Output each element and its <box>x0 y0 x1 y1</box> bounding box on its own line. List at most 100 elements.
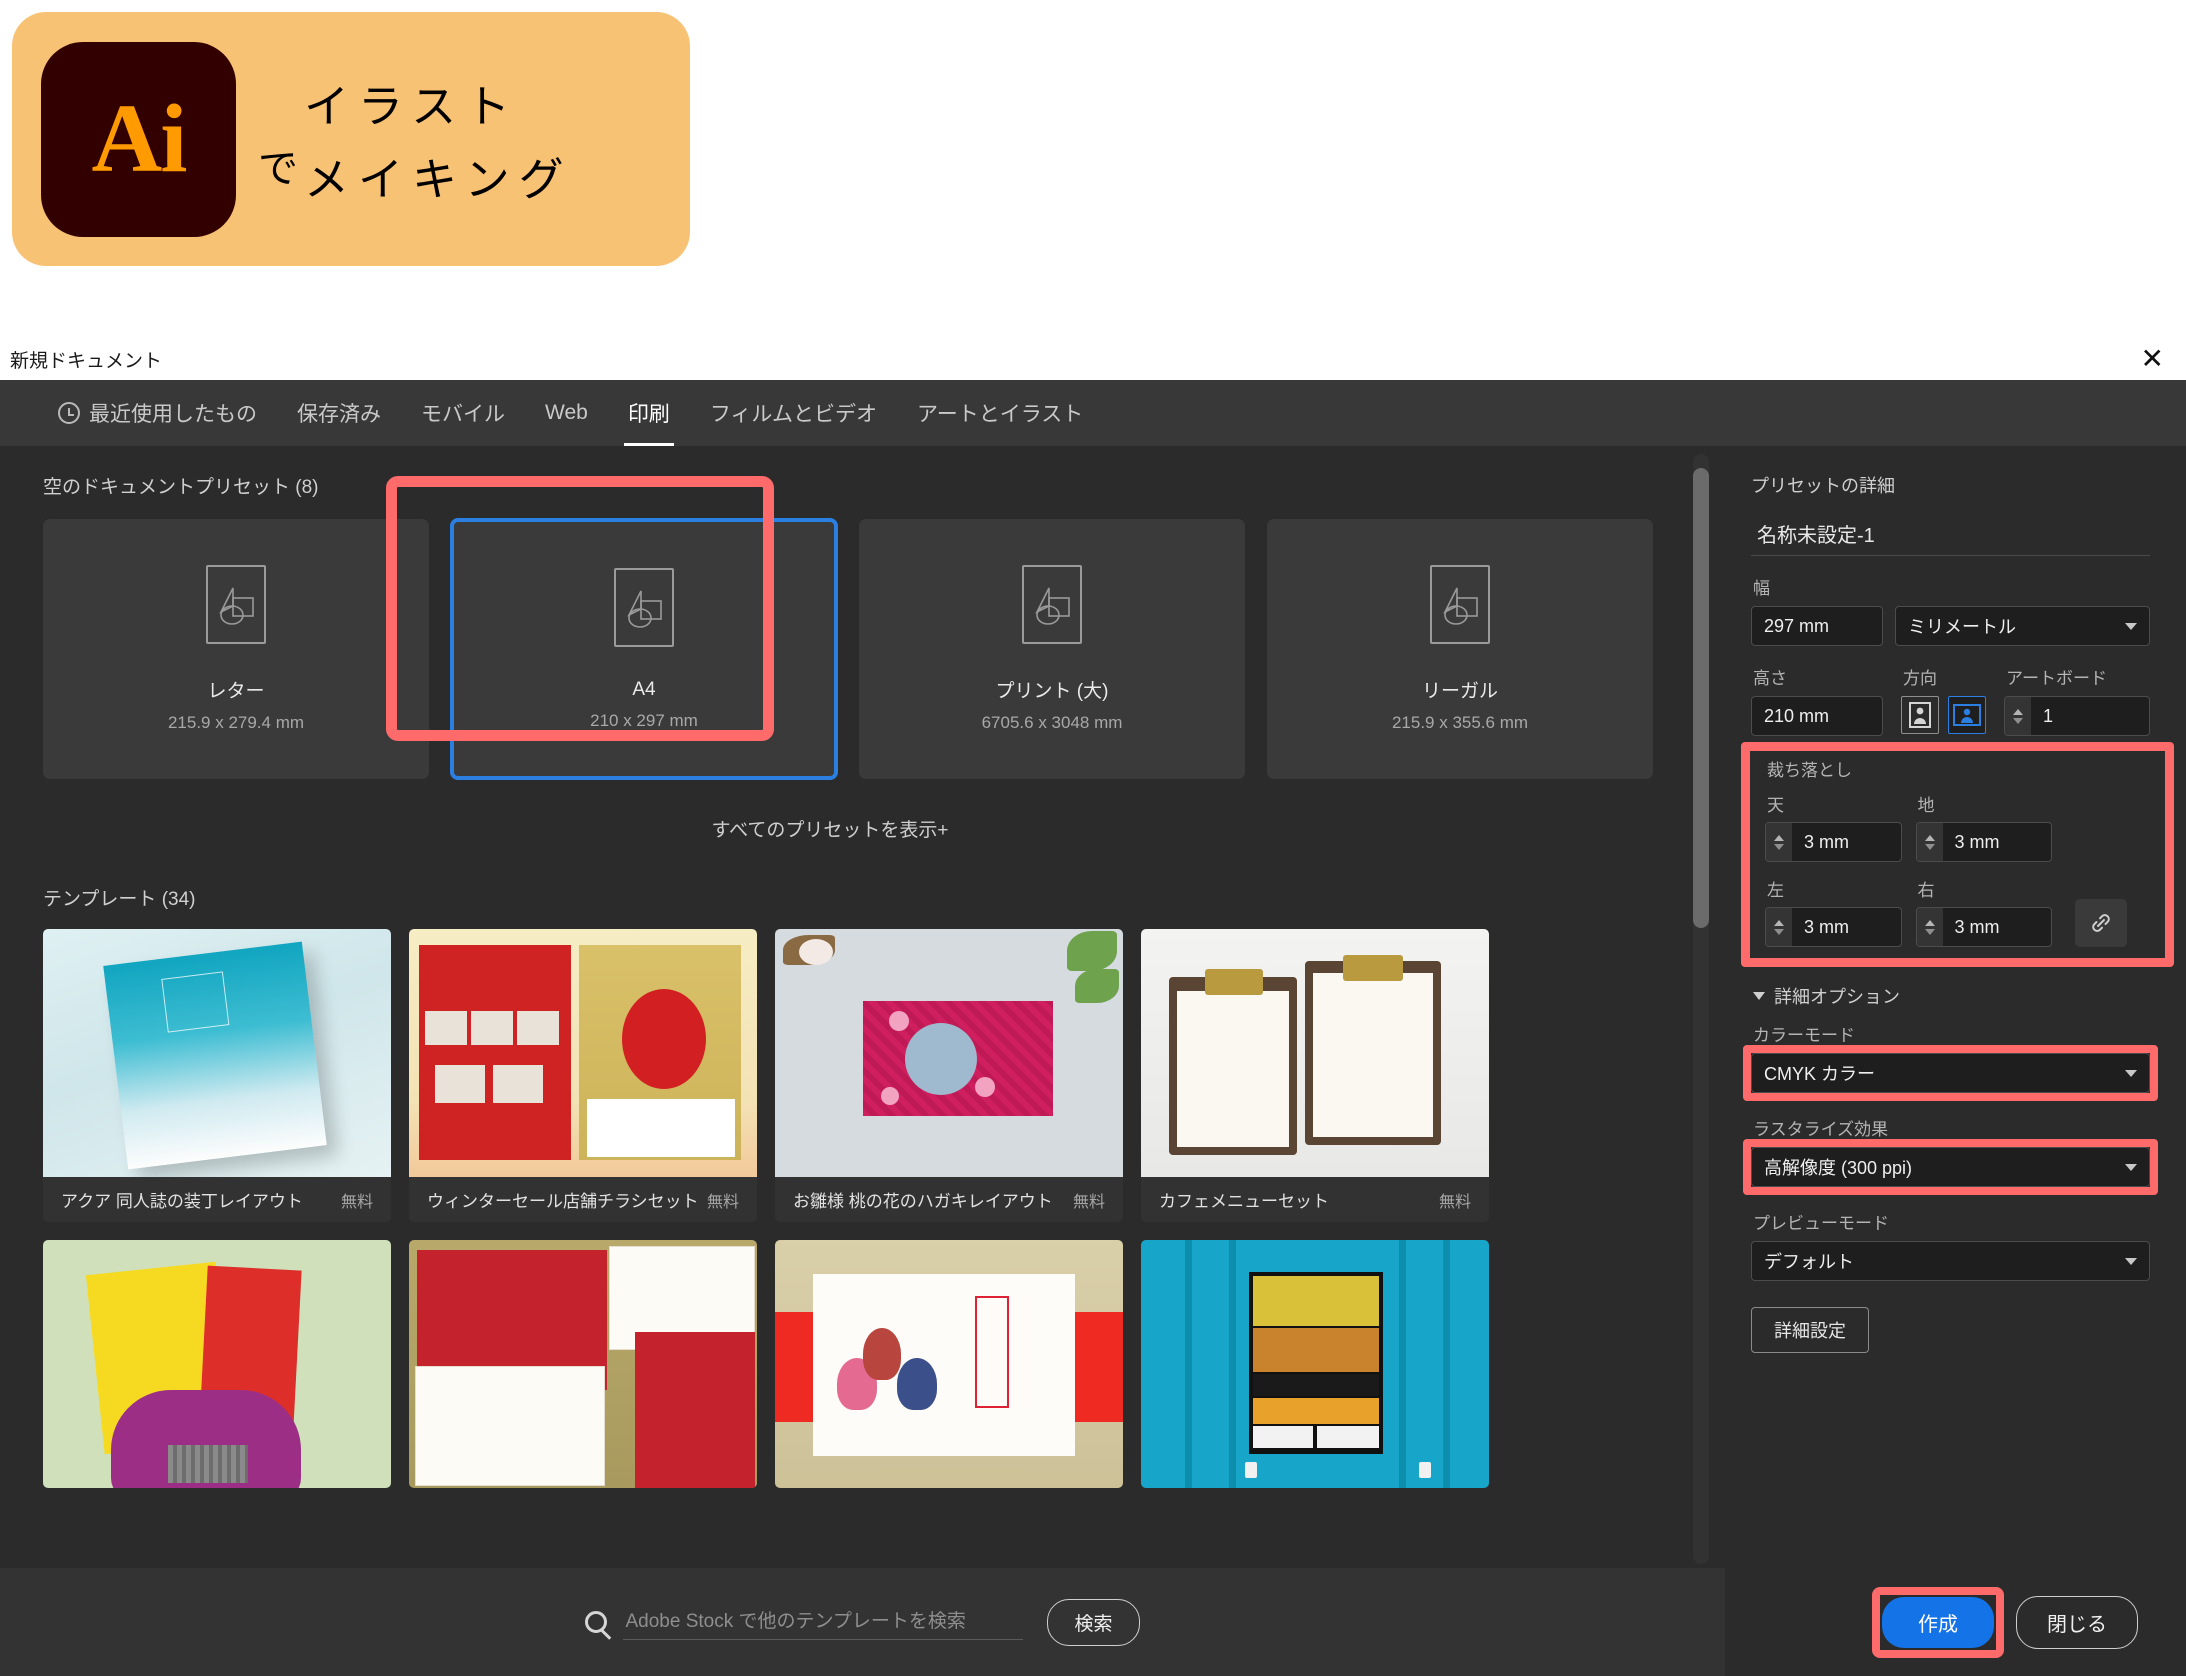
stock-search-bar: 検索 <box>0 1568 1725 1676</box>
template-card[interactable] <box>775 1240 1123 1488</box>
template-card[interactable]: カフェメニューセット 無料 <box>1141 929 1489 1222</box>
height-input[interactable]: 210 mm <box>1751 696 1883 736</box>
templates-heading: テンプレート (34) <box>43 889 196 910</box>
tab-mobile[interactable]: モバイル <box>401 380 525 446</box>
color-mode-select[interactable]: CMYK カラー <box>1751 1053 2150 1093</box>
tab-print[interactable]: 印刷 <box>608 380 690 446</box>
blank-presets-heading: 空のドキュメントプリセット (8) <box>43 477 319 498</box>
preset-size: 215.9 x 279.4 mm <box>167 713 305 732</box>
preview-mode-select[interactable]: デフォルト <box>1751 1241 2150 1281</box>
document-name-input[interactable] <box>1751 518 2150 556</box>
chevron-down-icon <box>1774 843 1784 850</box>
width-label: 幅 <box>1753 579 1770 598</box>
unit-select[interactable]: ミリメートル <box>1895 606 2150 646</box>
dialog-body: 空のドキュメントプリセット (8) レター 215.9 x 279.4 mm A… <box>0 446 2186 1568</box>
chevron-up-icon <box>2013 708 2023 715</box>
advanced-settings-button[interactable]: 詳細設定 <box>1751 1307 1869 1353</box>
template-price: 無料 <box>706 1193 739 1211</box>
page-banner: Ai で イラスト メイキング <box>12 12 690 266</box>
preset-name: A4 <box>632 678 656 700</box>
template-thumbnail <box>775 1240 1123 1488</box>
bleed-right-value: 3 mm <box>1954 916 2000 937</box>
color-mode-label: カラーモード <box>1753 1026 1855 1045</box>
bleed-top-label: 天 <box>1767 796 1784 815</box>
vertical-scrollbar[interactable] <box>1693 454 1709 1564</box>
preset-card-legal[interactable]: リーガル 215.9 x 355.6 mm <box>1267 519 1653 779</box>
chevron-down-icon <box>1924 928 1935 935</box>
show-all-presets-link[interactable]: すべてのプリセットを表示+ <box>0 815 1660 842</box>
tab-label: フィルムとビデオ <box>709 403 877 426</box>
chevron-up-icon <box>1774 834 1784 841</box>
new-document-dialog: 新規ドキュメント ✕ 最近使用したもの 保存済み モバイル Web 印刷 フィル… <box>0 338 2186 1676</box>
stepper-arrows[interactable] <box>1916 908 1943 946</box>
search-input[interactable] <box>623 1604 1024 1640</box>
advanced-options-toggle[interactable]: 詳細オプション <box>1753 983 2150 1009</box>
tab-label: Web <box>545 401 588 424</box>
bleed-right-stepper[interactable]: 3 mm <box>1915 907 2052 947</box>
close-icon[interactable]: ✕ <box>2137 345 2168 373</box>
stepper-arrows[interactable] <box>2005 697 2031 735</box>
landscape-icon[interactable] <box>1948 696 1986 734</box>
preset-card-letter[interactable]: レター 215.9 x 279.4 mm <box>43 519 429 779</box>
close-button[interactable]: 閉じる <box>2016 1595 2138 1649</box>
stepper-arrows[interactable] <box>1766 908 1792 946</box>
preset-name: プリント (大) <box>995 681 1109 702</box>
bleed-top-value: 3 mm <box>1804 831 1849 852</box>
banner-line-2: メイキング <box>304 153 573 206</box>
bleed-heading: 裁ち落とし <box>1767 761 1852 780</box>
artboard-stepper[interactable]: 1 <box>2004 696 2150 736</box>
stepper-arrows[interactable] <box>1916 823 1943 861</box>
chevron-up-icon <box>1774 919 1784 926</box>
tab-label: アートとイラスト <box>916 403 1084 426</box>
banner-line-1: イラスト <box>304 80 520 133</box>
template-card[interactable] <box>409 1240 757 1488</box>
preset-card-print-large[interactable]: プリント (大) 6705.6 x 3048 mm <box>859 519 1245 779</box>
stepper-arrows[interactable] <box>1766 823 1792 861</box>
preview-mode-value: デフォルト <box>1764 1252 1854 1272</box>
link-icon[interactable] <box>2075 899 2127 947</box>
template-thumbnail <box>409 1240 757 1488</box>
scrollbar-thumb[interactable] <box>1693 468 1709 928</box>
color-mode-value: CMYK カラー <box>1764 1064 1876 1084</box>
tab-art-illustration[interactable]: アートとイラスト <box>897 380 1103 446</box>
chevron-down-icon <box>2013 717 2023 724</box>
template-price: 無料 <box>1072 1193 1105 1211</box>
tab-saved[interactable]: 保存済み <box>277 380 401 446</box>
chevron-down-icon <box>2125 1069 2137 1077</box>
bleed-left-stepper[interactable]: 3 mm <box>1765 907 1902 947</box>
template-card[interactable] <box>1141 1240 1489 1488</box>
artboard-value: 1 <box>2043 705 2054 726</box>
tab-label: 保存済み <box>297 403 381 426</box>
template-title: ウィンターセール店舗チラシセット <box>427 1192 699 1211</box>
search-button[interactable]: 検索 <box>1047 1598 1140 1646</box>
template-card[interactable]: アクア 同人誌の装丁レイアウト 無料 <box>43 929 391 1222</box>
preset-size: 6705.6 x 3048 mm <box>981 713 1123 732</box>
create-button-wrapper: 作成 <box>1872 1586 2004 1658</box>
preset-size: 210 x 297 mm <box>590 710 698 730</box>
template-title: お雛様 桃の花のハガキレイアウト <box>793 1192 1053 1211</box>
width-input[interactable]: 297 mm <box>1751 606 1883 646</box>
chevron-down-icon <box>2125 1257 2137 1265</box>
tab-label: 最近使用したもの <box>89 403 257 426</box>
template-card[interactable] <box>43 1240 391 1488</box>
preset-card-a4[interactable]: A4 210 x 297 mm <box>450 518 838 780</box>
template-card[interactable]: お雛様 桃の花のハガキレイアウト 無料 <box>775 929 1123 1222</box>
template-thumbnail <box>43 1240 391 1488</box>
create-button[interactable]: 作成 <box>1882 1596 1994 1648</box>
tab-bar: 最近使用したもの 保存済み モバイル Web 印刷 フィルムとビデオ アートとイ… <box>0 380 2186 446</box>
raster-effect-select[interactable]: 高解像度 (300 ppi) <box>1751 1147 2150 1187</box>
template-card[interactable]: ウィンターセール店舗チラシセット 無料 <box>409 929 757 1222</box>
raster-effect-value: 高解像度 (300 ppi) <box>1764 1158 1913 1178</box>
banner-particle: で <box>258 146 298 192</box>
tab-recent[interactable]: 最近使用したもの <box>38 380 277 446</box>
portrait-icon[interactable] <box>1901 696 1939 734</box>
chevron-down-icon <box>1753 992 1765 1000</box>
preset-name: レター <box>207 681 265 702</box>
bleed-top-stepper[interactable]: 3 mm <box>1765 822 1902 862</box>
tab-web[interactable]: Web <box>525 380 608 446</box>
bleed-section: 裁ち落とし 天 3 mm 地 3 mm 左 3 mm 右 3 mm <box>1741 742 2174 967</box>
chevron-down-icon <box>1774 928 1784 935</box>
tab-film-video[interactable]: フィルムとビデオ <box>690 380 897 446</box>
template-thumbnail <box>1141 1240 1489 1488</box>
bleed-bottom-stepper[interactable]: 3 mm <box>1915 822 2052 862</box>
